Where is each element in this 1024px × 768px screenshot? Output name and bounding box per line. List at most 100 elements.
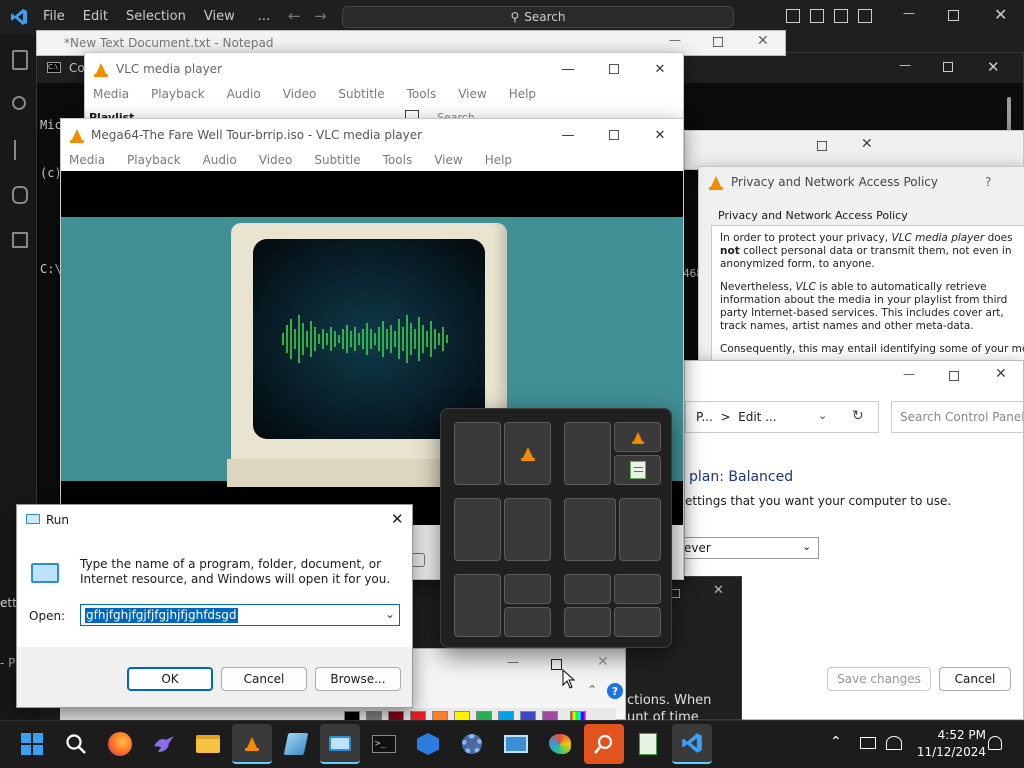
vscode-minimize-icon[interactable]: —: [903, 6, 915, 20]
notepad-close-icon[interactable]: ✕: [757, 33, 769, 49]
misc-close-icon[interactable]: ✕: [713, 583, 724, 598]
snap-zone[interactable]: [564, 422, 611, 485]
vlc-menu-video[interactable]: Video: [248, 150, 304, 170]
search-activity-icon[interactable]: [12, 96, 26, 110]
vscode-menu-selection[interactable]: Selection: [117, 9, 195, 24]
run-ok-button[interactable]: OK: [127, 667, 213, 691]
vlc-menu-help[interactable]: Help: [474, 150, 523, 170]
vlc-menu-media[interactable]: Media: [61, 150, 116, 170]
snap-zone[interactable]: [454, 498, 501, 561]
snap-zone[interactable]: [504, 574, 551, 604]
debug-icon[interactable]: [12, 186, 28, 204]
cmd-maximize-icon[interactable]: [943, 62, 953, 72]
forward-arrow-icon[interactable]: →: [314, 7, 327, 25]
run-close-icon[interactable]: ✕: [391, 510, 404, 528]
tray-chevron-up-icon[interactable]: ⌃: [830, 734, 842, 750]
tray-network-icon[interactable]: [886, 736, 902, 750]
cmd-minimize-icon[interactable]: —: [899, 58, 911, 72]
vlc-back-menu-help[interactable]: Help: [498, 84, 547, 104]
snap-zone[interactable]: [564, 498, 616, 561]
run-cancel-button[interactable]: Cancel: [221, 667, 307, 691]
vlc-back-menu-subtitle[interactable]: Subtitle: [327, 84, 395, 104]
vlc-back-menu-view[interactable]: View: [447, 84, 497, 104]
cp-address-bar[interactable]: P... > Edit ... ⌄ ↻: [685, 401, 879, 433]
firefox-icon[interactable]: [100, 724, 140, 764]
vscode-menu-edit[interactable]: Edit: [74, 9, 117, 24]
vlc-front-close-icon[interactable]: ✕: [637, 119, 683, 151]
vlc-back-close-icon[interactable]: ✕: [637, 53, 683, 85]
vlc-menu-playback[interactable]: Playback: [116, 150, 192, 170]
taskbar-vlc-icon[interactable]: [232, 724, 272, 764]
network-app-icon[interactable]: [408, 724, 448, 764]
vscode-menu-more[interactable]: ...: [244, 9, 284, 24]
vscode-search-box[interactable]: ⚲ Search: [342, 6, 734, 28]
paint-icon[interactable]: [540, 724, 580, 764]
vlc-back-menu-media[interactable]: Media: [85, 84, 140, 104]
refresh-icon[interactable]: ↻: [852, 408, 864, 424]
snap-zone[interactable]: [564, 574, 611, 604]
cmd-close-icon[interactable]: ✕: [987, 58, 1000, 76]
control-panel-icon[interactable]: [496, 724, 536, 764]
privacy-back-maximize-icon[interactable]: [817, 141, 827, 151]
notepad-maximize-icon[interactable]: [713, 37, 723, 47]
vlc-back-minimize-icon[interactable]: —: [545, 53, 591, 85]
notepad-taskbar-icon[interactable]: [276, 724, 316, 764]
tray-display-icon[interactable]: [860, 737, 876, 749]
file-explorer-icon[interactable]: [188, 724, 228, 764]
chevron-down-icon[interactable]: ⌄: [385, 607, 395, 621]
vlc-menu-audio[interactable]: Audio: [192, 150, 248, 170]
vlc-back-menu-video[interactable]: Video: [272, 84, 328, 104]
vlc-menu-subtitle[interactable]: Subtitle: [303, 150, 371, 170]
snap-zone[interactable]: [564, 607, 611, 637]
snap-zone[interactable]: [619, 498, 661, 561]
run-browse-button[interactable]: Browse...: [315, 667, 401, 691]
vlc-back-menu-playback[interactable]: Playback: [140, 84, 216, 104]
vlc-control-icon[interactable]: [411, 553, 425, 567]
notification-bell-icon[interactable]: [988, 736, 1002, 750]
vlc-menu-tools[interactable]: Tools: [372, 150, 424, 170]
paint-minimize-icon[interactable]: —: [507, 655, 519, 669]
snap-zone[interactable]: [614, 607, 661, 637]
vscode-menu-view[interactable]: View: [195, 9, 244, 24]
taskbar-search-icon[interactable]: [56, 724, 96, 764]
notepad-green-icon[interactable]: [628, 724, 668, 764]
tray-clock[interactable]: 4:52 PM 11/12/2024: [906, 727, 986, 761]
notepad-minimize-icon[interactable]: —: [669, 33, 681, 47]
paint-close-icon[interactable]: ✕: [597, 654, 609, 670]
run-taskbar-icon[interactable]: [320, 724, 360, 764]
snap-zone[interactable]: [504, 607, 551, 637]
vscode-maximize-icon[interactable]: [948, 10, 959, 21]
layout-toggle-icons[interactable]: [786, 9, 872, 23]
vlc-front-maximize-icon[interactable]: [591, 119, 637, 151]
vlc-back-menu-tools[interactable]: Tools: [396, 84, 448, 104]
snap-zone[interactable]: [614, 422, 661, 452]
cp-sleep-select[interactable]: ever ⌄: [685, 537, 819, 559]
bird-app-icon[interactable]: [144, 724, 184, 764]
settings-gear-icon[interactable]: [452, 724, 492, 764]
snap-zone[interactable]: [614, 574, 661, 604]
vlc-back-menu-audio[interactable]: Audio: [216, 84, 272, 104]
privacy-back-close-icon[interactable]: ✕: [861, 136, 873, 152]
source-control-icon[interactable]: [14, 140, 24, 160]
misc-maximize-icon[interactable]: [671, 589, 680, 598]
explorer-icon[interactable]: [12, 50, 28, 70]
paint-maximize-icon[interactable]: [551, 659, 562, 670]
help-icon[interactable]: ?: [607, 683, 623, 699]
vscode-close-icon[interactable]: ✕: [994, 5, 1007, 24]
snap-zone[interactable]: [504, 422, 551, 485]
snap-zone[interactable]: [454, 422, 501, 485]
snap-zone[interactable]: [454, 574, 501, 637]
vscode-menu-file[interactable]: File: [34, 9, 74, 24]
cp-cancel-button[interactable]: Cancel: [939, 667, 1011, 691]
snap-zone[interactable]: [504, 498, 551, 561]
privacy-help-icon[interactable]: ?: [985, 175, 991, 189]
snap-zone[interactable]: [614, 455, 661, 485]
start-button[interactable]: [12, 724, 52, 764]
cp-breadcrumb[interactable]: P... > Edit ...: [696, 410, 777, 424]
vlc-menu-view[interactable]: View: [423, 150, 473, 170]
vlc-back-maximize-icon[interactable]: [591, 53, 637, 85]
cp-maximize-icon[interactable]: [949, 371, 959, 381]
cp-save-button[interactable]: Save changes: [827, 667, 931, 691]
vlc-front-minimize-icon[interactable]: —: [545, 119, 591, 151]
extensions-icon[interactable]: [12, 232, 28, 248]
